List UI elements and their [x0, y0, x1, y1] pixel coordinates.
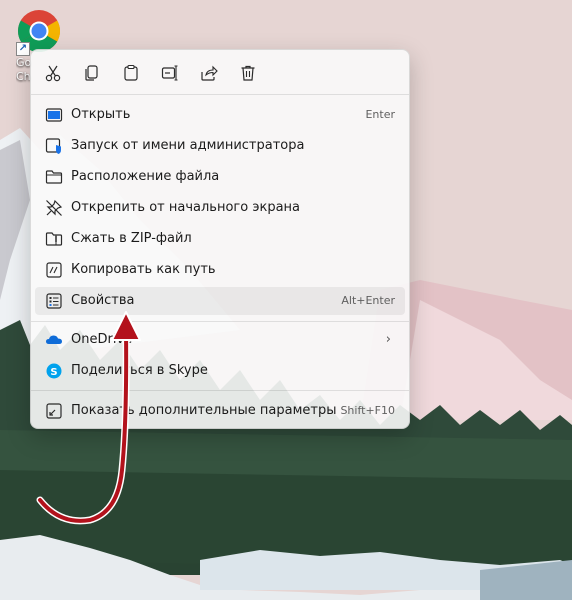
menu-item-label: Открыть	[71, 107, 131, 122]
scissors-icon	[45, 65, 61, 82]
share-icon	[201, 65, 218, 81]
folder-icon	[45, 170, 63, 184]
menu-item-label: Показать дополнительные параметры	[71, 403, 337, 418]
trash-icon	[241, 65, 255, 81]
shortcut-arrow-icon: ↗	[16, 42, 30, 56]
menu-item-label: Сжать в ZIP-файл	[71, 231, 192, 246]
rename-button[interactable]	[155, 59, 185, 87]
menu-item-shortcut: Enter	[365, 108, 395, 121]
cut-button[interactable]	[38, 59, 68, 87]
rename-icon	[161, 65, 178, 81]
menu-item-label: OneDrive	[71, 332, 133, 347]
copy-icon	[85, 65, 98, 81]
menu-item-label: Копировать как путь	[71, 262, 216, 277]
more-options-icon	[46, 403, 62, 419]
open-app-icon	[45, 108, 63, 122]
share-button[interactable]	[194, 59, 224, 87]
menu-item-unpin-start[interactable]: Открепить от начального экрана	[35, 194, 405, 222]
copy-button[interactable]	[77, 59, 107, 87]
clipboard-icon	[124, 64, 138, 81]
menu-item-copy-as-path[interactable]: Копировать как путь	[35, 256, 405, 284]
properties-icon	[46, 293, 62, 309]
menu-item-onedrive[interactable]: OneDrive ›	[35, 326, 405, 354]
context-menu: Открыть Enter Запуск от имени администра…	[30, 49, 410, 429]
menu-item-open[interactable]: Открыть Enter	[35, 101, 405, 129]
menu-item-run-as-admin[interactable]: Запуск от имени администратора	[35, 132, 405, 160]
menu-item-file-location[interactable]: Расположение файла	[35, 163, 405, 191]
menu-item-show-more-options[interactable]: Показать дополнительные параметры Shift+…	[35, 397, 405, 425]
menu-item-label: Запуск от имени администратора	[71, 138, 305, 153]
svg-text:S: S	[50, 367, 57, 378]
paste-button[interactable]	[116, 59, 146, 87]
delete-button[interactable]	[233, 59, 263, 87]
menu-item-label: Поделиться в Skype	[71, 363, 208, 378]
copy-path-icon	[46, 262, 62, 278]
menu-separator	[31, 94, 409, 95]
menu-item-label: Открепить от начального экрана	[71, 200, 301, 215]
menu-item-shortcut: Alt+Enter	[341, 294, 395, 307]
onedrive-cloud-icon	[46, 335, 62, 344]
menu-separator	[31, 390, 409, 391]
menu-item-label: Расположение файла	[71, 169, 220, 184]
menu-item-properties[interactable]: Свойства Alt+Enter	[35, 287, 405, 315]
menu-item-share-skype[interactable]: S Поделиться в Skype	[35, 357, 405, 385]
menu-item-label: Свойства	[71, 293, 135, 308]
menu-item-zip[interactable]: Сжать в ZIP-файл	[35, 225, 405, 253]
context-menu-toolbar	[31, 50, 409, 94]
admin-shield-icon	[45, 138, 61, 154]
menu-separator	[31, 321, 409, 322]
skype-icon: S	[46, 363, 62, 379]
zip-folder-icon	[45, 232, 63, 246]
unpin-icon	[46, 199, 63, 216]
chevron-right-icon: ›	[385, 332, 391, 347]
menu-item-shortcut: Shift+F10	[340, 404, 395, 417]
